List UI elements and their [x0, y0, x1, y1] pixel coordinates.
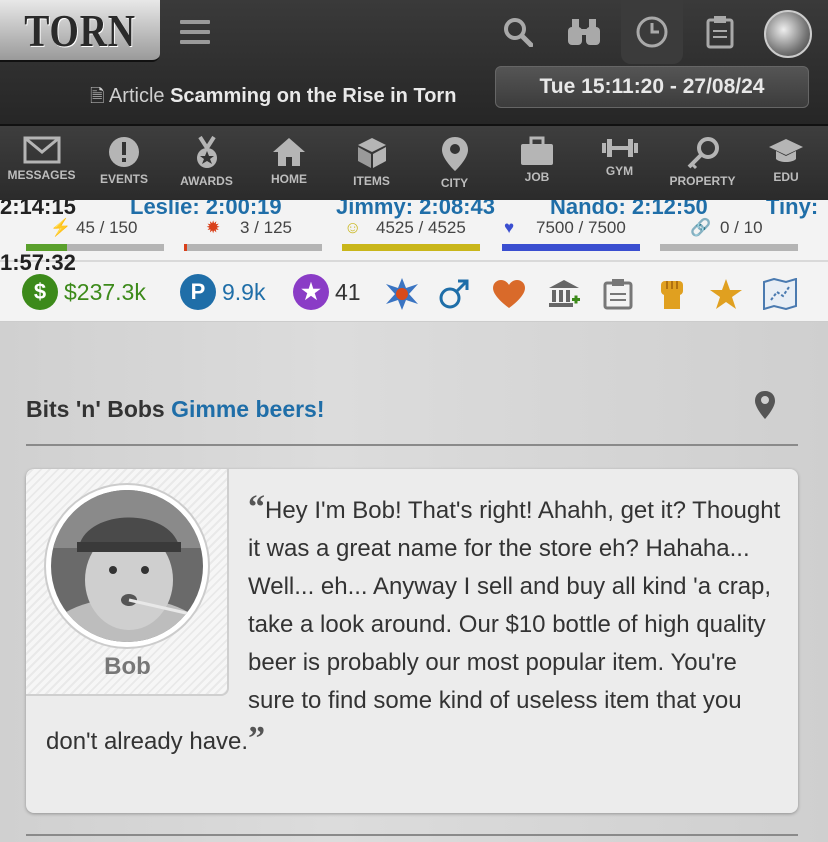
- happy-track: [342, 244, 480, 251]
- nerve-bar[interactable]: ✹ 3 / 125: [184, 216, 322, 256]
- nav-city[interactable]: CITY: [413, 126, 496, 202]
- smiley-icon: ☺: [344, 218, 362, 237]
- nav-edu[interactable]: EDU: [744, 126, 828, 202]
- speech-text: Hey I'm Bob! That's right! Ahahh, get it…: [46, 497, 781, 755]
- house-icon: [273, 138, 305, 166]
- status-bars: 2:14:15 Leslie: 2:00:19 Jimmy: 2:08:43 N…: [0, 200, 828, 260]
- nerve-fill: [184, 244, 188, 251]
- nerve-track: [184, 244, 322, 251]
- nav-label: ITEMS: [353, 174, 390, 188]
- quote-close-icon: ”: [248, 720, 266, 757]
- timer-last: 1:57:32: [0, 250, 76, 275]
- server-datetime: Tue 15:11:20 - 27/08/24: [495, 66, 809, 108]
- chain-value: 0 / 10: [720, 218, 763, 237]
- clipboard-icon[interactable]: [700, 12, 740, 52]
- nav-label: AWARDS: [180, 174, 233, 188]
- money-value: $237.3k: [64, 278, 146, 305]
- article-prefix: Article: [108, 85, 165, 107]
- chain-track: [660, 244, 798, 251]
- happy-fill: [342, 244, 480, 251]
- box-icon: [357, 138, 386, 168]
- nav-events[interactable]: EVENTS: [83, 126, 165, 202]
- nav-label: EVENTS: [99, 172, 148, 186]
- store-tagline[interactable]: Gimme beers!: [171, 396, 324, 422]
- briefcase-icon: [521, 136, 553, 165]
- location-pin-icon[interactable]: [754, 390, 776, 425]
- main-content: Bits 'n' Bobs Gimme beers! Bob “Hey I'm …: [0, 322, 828, 842]
- nav-label: CITY: [440, 176, 469, 190]
- hamburger-menu-icon[interactable]: [180, 20, 210, 44]
- quote-open-icon: “: [248, 489, 265, 526]
- nav-label: JOB: [524, 170, 550, 184]
- user-avatar[interactable]: [764, 10, 812, 58]
- dollar-icon: $: [22, 274, 58, 310]
- life-bar[interactable]: ♥ 7500 / 7500: [502, 216, 640, 256]
- life-track: [502, 244, 640, 251]
- nav-items[interactable]: ITEMS: [330, 126, 413, 202]
- clipboard-status-icon[interactable]: [600, 274, 636, 314]
- divider: [26, 834, 798, 836]
- nav-label: HOME: [271, 172, 307, 186]
- points-value: 9.9k: [222, 278, 266, 305]
- points-display[interactable]: P 9.9k: [180, 274, 265, 310]
- male-icon[interactable]: [436, 274, 472, 314]
- life-fill: [502, 244, 640, 251]
- nav-messages[interactable]: MESSAGES: [0, 126, 83, 202]
- fist-icon[interactable]: [654, 274, 690, 314]
- npc-dialog-card: Bob “Hey I'm Bob! That's right! Ahahh, g…: [26, 469, 798, 813]
- clock-icon[interactable]: [632, 12, 672, 52]
- energy-value: 45 / 150: [76, 218, 138, 237]
- key-icon: [687, 137, 719, 170]
- grad-cap-icon: [769, 139, 803, 162]
- npc-speech: “Hey I'm Bob! That's right! Ahahh, get i…: [46, 489, 786, 761]
- map-icon[interactable]: [762, 274, 798, 314]
- nav-label: MESSAGES: [7, 168, 76, 182]
- store-name: Bits 'n' Bobs: [26, 396, 165, 422]
- nerve-icon: ✹: [206, 218, 221, 237]
- top-header: TORN 🗎 Article Scamming on the Rise in T…: [0, 0, 828, 124]
- points-icon: P: [180, 274, 216, 310]
- nav-label: GYM: [605, 164, 634, 178]
- merit-star-icon: ★: [293, 274, 329, 310]
- pin-icon: [441, 137, 468, 171]
- main-nav: MESSAGES EVENTS AWARDS HOME ITEMS CITY J…: [0, 124, 828, 200]
- chain-bar[interactable]: 🔗 0 / 10: [660, 216, 798, 256]
- nav-property[interactable]: PROPERTY: [661, 126, 744, 202]
- heart-icon[interactable]: [491, 274, 527, 314]
- nav-label: PROPERTY: [669, 174, 736, 188]
- life-heart-icon: ♥: [504, 218, 515, 237]
- chain-icon: 🔗: [690, 218, 712, 237]
- life-value: 7500 / 7500: [536, 218, 626, 237]
- medal-icon: [196, 136, 217, 168]
- energy-icon: ⚡: [50, 218, 72, 237]
- torn-logo[interactable]: TORN: [0, 0, 160, 62]
- happy-bar[interactable]: ☺ 4525 / 4525: [342, 216, 480, 256]
- envelope-icon: [23, 136, 60, 164]
- money-display[interactable]: $ $237.3k: [22, 274, 146, 310]
- nerve-value: 3 / 125: [240, 218, 292, 237]
- happy-value: 4525 / 4525: [376, 218, 466, 237]
- logo-text: TORN: [24, 4, 136, 56]
- nav-home[interactable]: HOME: [248, 126, 330, 202]
- nav-label: EDU: [773, 170, 799, 184]
- bank-icon[interactable]: [546, 274, 582, 314]
- faction-icon[interactable]: [384, 274, 420, 314]
- nav-job[interactable]: JOB: [496, 126, 578, 202]
- exclamation-icon: [109, 137, 139, 167]
- search-icon[interactable]: [498, 12, 538, 52]
- nav-awards[interactable]: AWARDS: [165, 126, 248, 202]
- dumbbell-icon: [601, 139, 638, 157]
- merits-value: 41: [335, 278, 361, 305]
- binoculars-icon[interactable]: [564, 12, 604, 52]
- nav-gym[interactable]: GYM: [578, 126, 661, 202]
- document-icon: 🗎: [90, 86, 105, 106]
- news-ticker[interactable]: 🗎 Article Scamming on the Rise in Torn: [90, 84, 495, 114]
- page-title: Bits 'n' Bobs Gimme beers!: [26, 396, 325, 423]
- star-icon[interactable]: [708, 274, 744, 314]
- article-title: Scamming on the Rise in Torn: [170, 85, 457, 107]
- merits-display[interactable]: ★ 41: [293, 274, 361, 310]
- divider: [26, 444, 798, 446]
